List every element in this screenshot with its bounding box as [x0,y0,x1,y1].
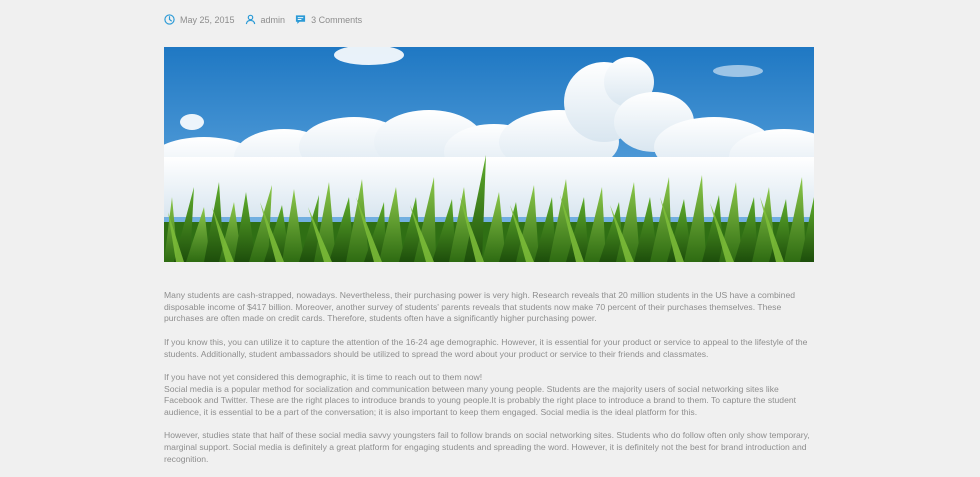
paragraph-2: If you know this, you can utilize it to … [164,336,808,359]
paragraph-1: Many students are cash-strapped, nowaday… [164,290,796,324]
sky-grass-illustration [164,47,814,262]
post-author-text: admin [260,14,286,25]
post-comments[interactable]: 3 Comments [295,14,362,25]
clock-icon [164,14,175,25]
paragraph-5: However, studies state that half of thes… [164,430,810,464]
post-meta: May 25, 2015 admin 3 Comments [164,14,372,25]
comment-icon [295,15,306,24]
paragraph-4: Social media is a popular method for soc… [164,383,797,417]
featured-image[interactable] [164,47,814,262]
post-comments-text: 3 Comments [311,14,363,25]
paragraph-3: If you have not yet considered this demo… [164,371,483,382]
post-date-text: May 25, 2015 [180,14,235,25]
user-icon [245,14,255,25]
post-date[interactable]: May 25, 2015 [164,14,235,25]
post-content: Many students are cash-strapped, nowaday… [164,290,814,477]
post-author[interactable]: admin [245,14,286,25]
